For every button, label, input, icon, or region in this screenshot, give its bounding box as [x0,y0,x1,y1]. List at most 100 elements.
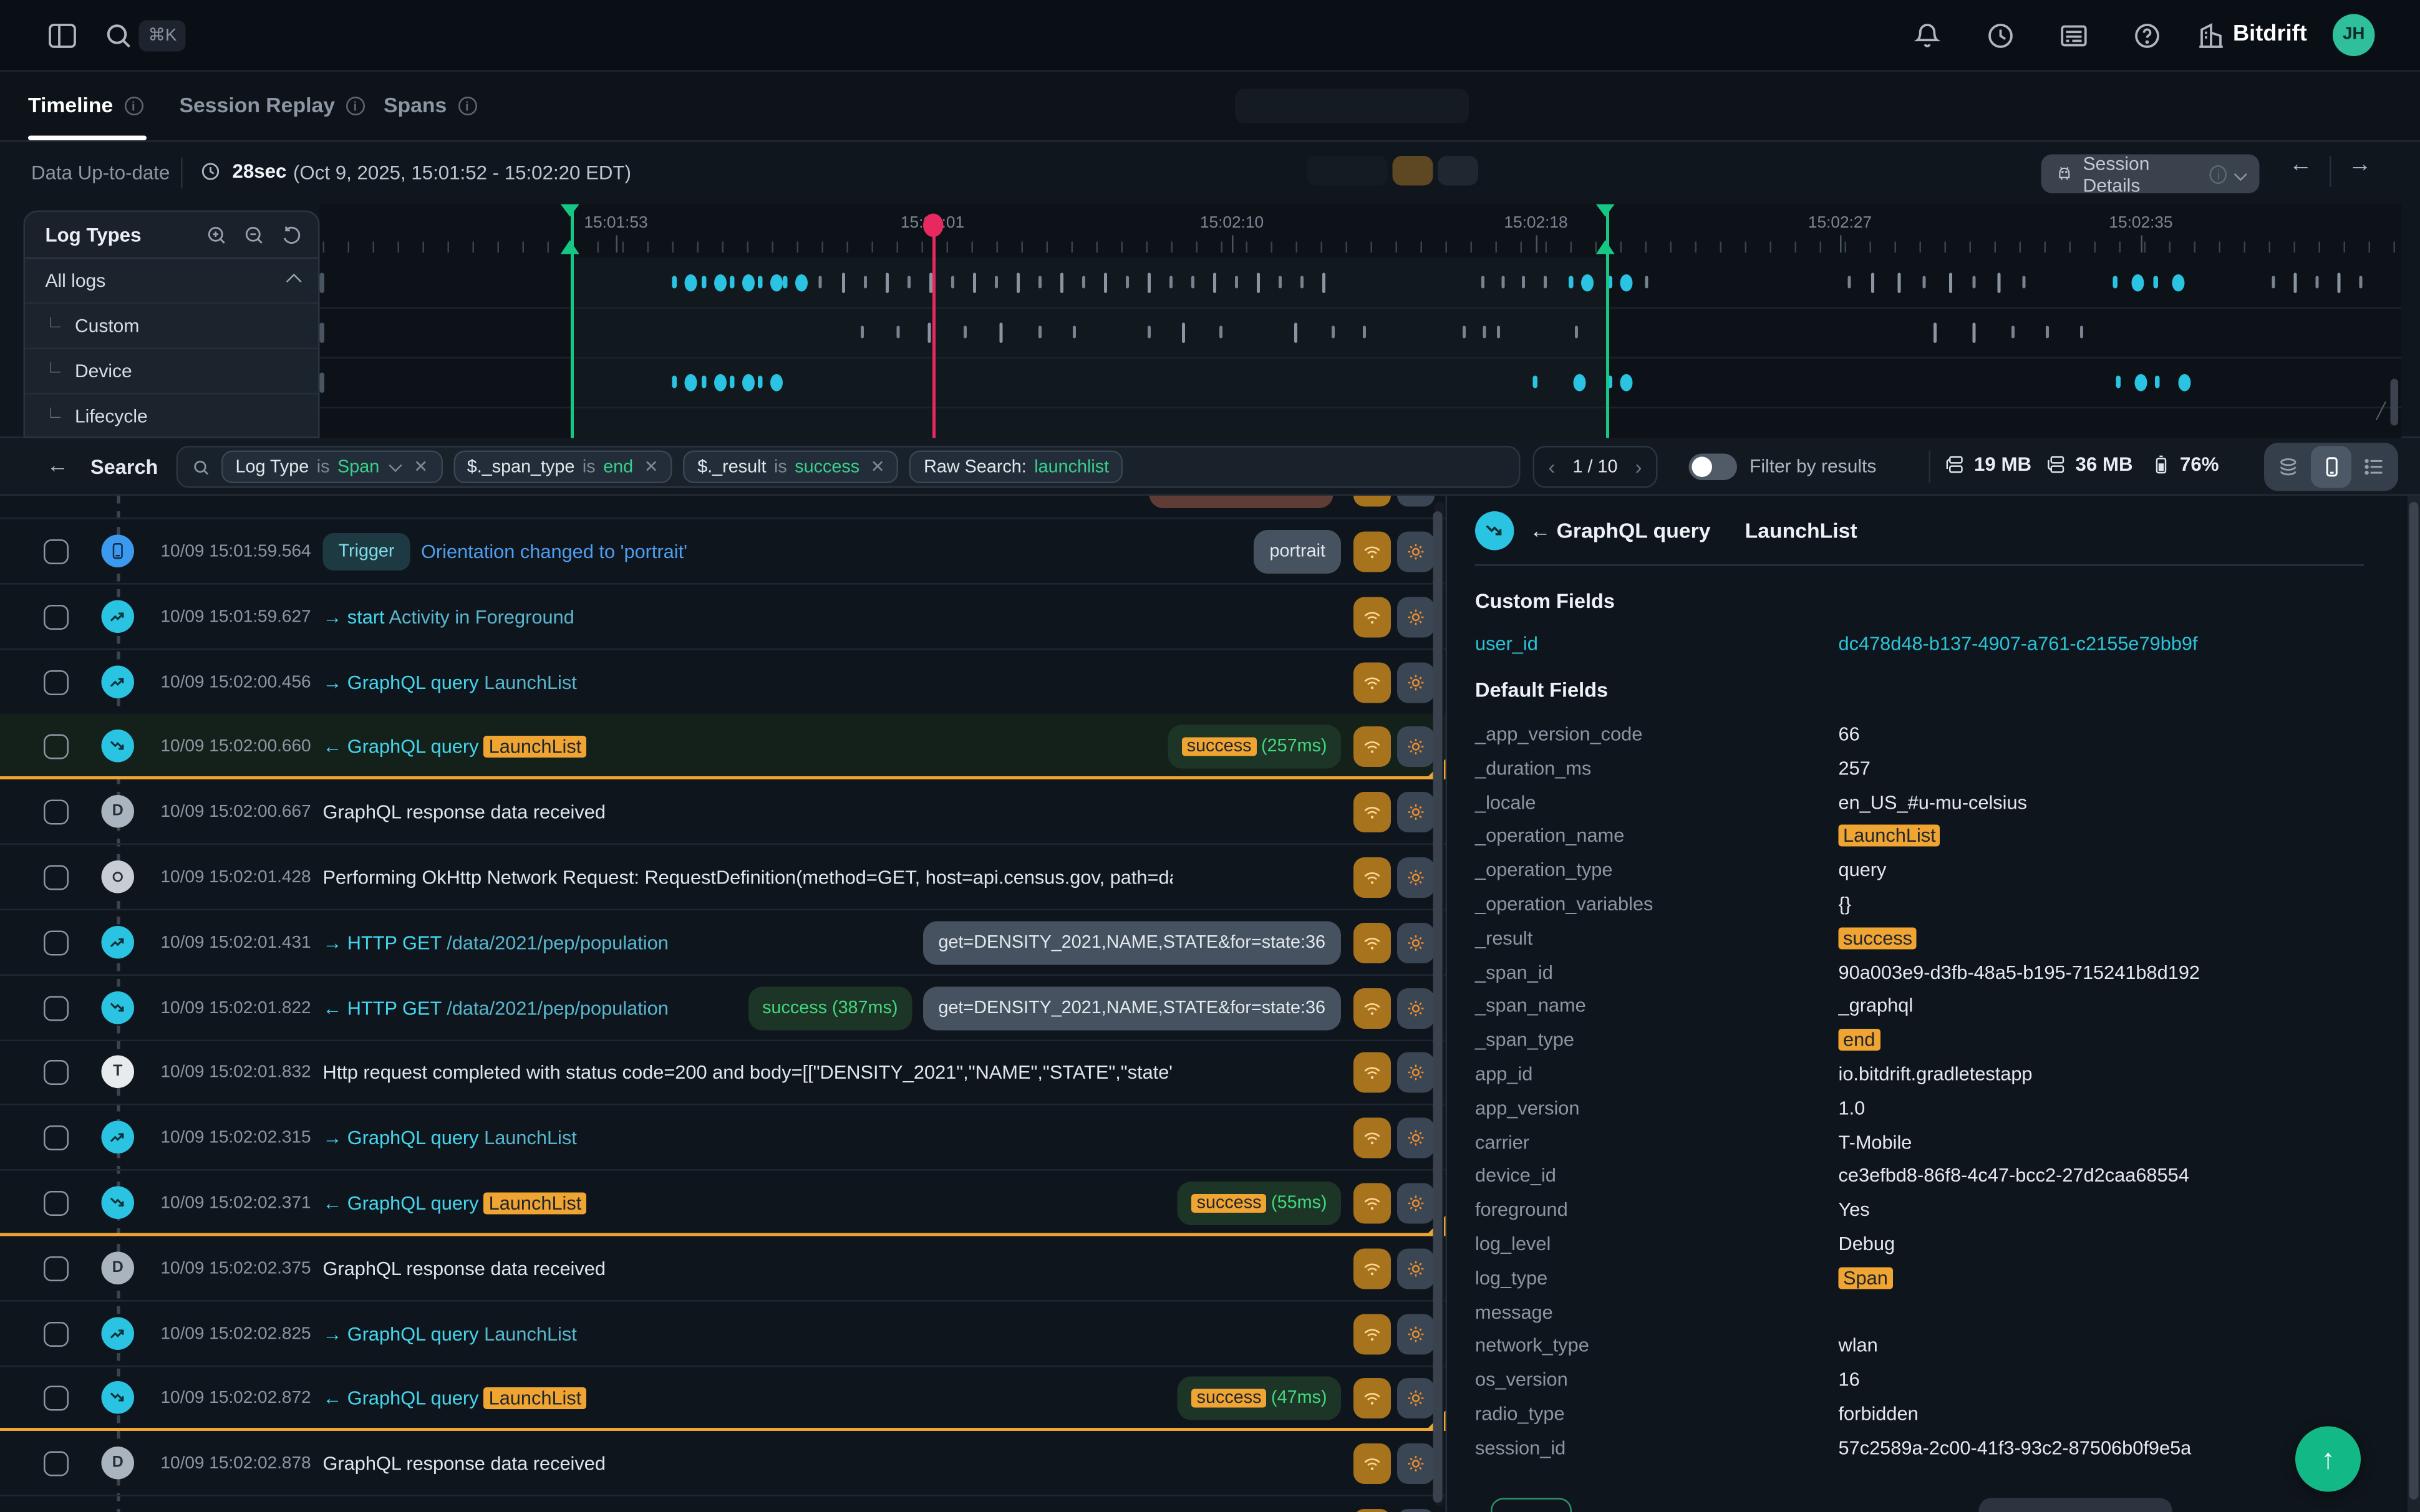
history-clock-icon[interactable] [1985,21,2016,52]
sidebar-collapse-icon[interactable] [47,21,78,52]
log-type-row-lifecycle[interactable]: ∟Lifecycle [25,395,318,438]
log-row[interactable]: 10/09 15:02:02.872← GraphQL query Launch… [0,1366,1446,1432]
log-row[interactable]: 10/09 15:02:00.660← GraphQL query Launch… [0,715,1446,780]
tab-timeline[interactable]: Timelinei [28,72,143,140]
reset-zoom-icon[interactable] [281,224,302,246]
capture-wifi-button[interactable] [1353,922,1391,963]
capture-wifi-button[interactable] [1353,662,1391,702]
next-session-button[interactable]: → [2348,152,2372,178]
log-row[interactable]: D10/09 15:02:02.878GraphQL response data… [0,1431,1446,1496]
view-device-button[interactable] [2310,446,2352,488]
brightness-button[interactable] [1397,1052,1435,1093]
log-row[interactable]: 10/09 15:02:00.456→ GraphQL query Launch… [0,649,1446,715]
log-type-row-all-logs[interactable]: All logs [25,259,318,304]
help-icon[interactable] [2132,21,2163,52]
log-row[interactable]: 10/09 15:01:59.564TriggerOrientation cha… [0,519,1446,585]
playhead-knob[interactable] [923,214,944,238]
partial-button[interactable] [1491,1498,1572,1512]
zoom-out-icon[interactable] [243,224,265,246]
session-details-button[interactable]: Session Details i [2041,155,2260,194]
capture-wifi-button[interactable] [1353,988,1391,1028]
capture-wifi-button[interactable] [1353,1443,1391,1484]
row-checkbox[interactable] [44,995,69,1020]
next-page-icon[interactable]: › [1635,455,1642,479]
row-checkbox[interactable] [44,1321,69,1346]
search-input[interactable]: Log TypeisSpan✕ $._span_typeisend✕ $._resu… [177,446,1521,488]
capture-wifi-button[interactable] [1353,1379,1391,1419]
remove-chip-icon[interactable]: ✕ [414,457,428,478]
timeline-start-marker-handle[interactable] [561,205,579,217]
capture-wifi-button[interactable] [1353,1052,1391,1093]
raw-search-chip[interactable]: Raw Search:launchlist [910,451,1123,484]
brightness-button[interactable] [1397,792,1435,832]
timeline-scrollbar-thumb[interactable] [2391,379,2399,426]
brightness-button[interactable] [1397,1248,1435,1289]
tab-session-replay[interactable]: Session Replayi [180,72,365,140]
filter-chip-logtype[interactable]: Log TypeisSpan✕ [221,451,442,484]
row-checkbox[interactable] [44,670,69,695]
row-checkbox[interactable] [44,930,69,955]
row-checkbox[interactable] [44,1191,69,1216]
log-row[interactable]: 10/09 15:02:01.431→ HTTP GET /data/2021/… [0,910,1446,975]
log-row[interactable]: 10/09 15:02:02.371← GraphQL query Launch… [0,1171,1446,1236]
brightness-button[interactable] [1397,1118,1435,1158]
timeline-start-marker-handle[interactable] [561,240,579,254]
row-checkbox[interactable] [44,1256,69,1281]
avatar[interactable]: JH [2333,14,2375,57]
log-row[interactable]: 10/09 15:02:01.822← HTTP GET /data/2021/… [0,975,1446,1041]
remove-chip-icon[interactable]: ✕ [871,457,885,478]
brightness-button[interactable] [1397,662,1435,702]
row-checkbox[interactable] [44,604,69,629]
capture-wifi-button[interactable] [1353,857,1391,898]
resize-handle-icon[interactable]: ╱ [2376,404,2386,421]
prev-page-icon[interactable]: ‹ [1549,455,1556,479]
org-building-icon[interactable] [2195,21,2227,52]
filter-chip-_span_type[interactable]: $._span_typeisend✕ [453,451,672,484]
tab-spans[interactable]: Spansi [384,72,477,140]
view-list-button[interactable] [2353,446,2395,488]
capture-wifi-button[interactable] [1353,1183,1391,1224]
log-row[interactable]: D10/09 15:02:00.667GraphQL response data… [0,779,1446,845]
brightness-button[interactable] [1397,922,1435,963]
capture-wifi-button[interactable] [1353,1313,1391,1354]
partial-button[interactable] [1979,1498,2172,1512]
prev-session-button[interactable]: ← [2289,152,2313,178]
brightness-button[interactable] [1397,1509,1435,1512]
back-arrow-button[interactable]: ← [47,452,69,477]
brightness-button[interactable] [1397,496,1435,507]
field-value[interactable]: dc478d48-b137-4907-a761-c2155e79bb9f [1839,633,2198,655]
brightness-button[interactable] [1397,1313,1435,1354]
keyboard-icon[interactable] [2058,21,2089,52]
zoom-in-icon[interactable] [206,224,228,246]
capture-wifi-button[interactable] [1353,1509,1391,1512]
capture-wifi-button[interactable] [1353,496,1391,507]
remove-chip-icon[interactable]: ✕ [644,457,659,478]
log-type-row-device[interactable]: ∟Device [25,349,318,395]
log-row[interactable]: 10/09 15:02:01.428Performing OkHttp Netw… [0,845,1446,910]
row-checkbox[interactable] [44,1061,69,1086]
row-checkbox[interactable] [44,1386,69,1411]
brightness-button[interactable] [1397,857,1435,898]
scrollbar[interactable] [1435,502,1444,1506]
log-row[interactable] [0,496,1446,519]
brightness-button[interactable] [1397,532,1435,572]
row-checkbox[interactable] [44,800,69,825]
capture-wifi-button[interactable] [1353,597,1391,637]
filter-by-results-toggle[interactable] [1689,454,1738,481]
notifications-bell-icon[interactable] [1912,21,1943,52]
capture-wifi-button[interactable] [1353,1248,1391,1289]
brightness-button[interactable] [1397,988,1435,1028]
log-row[interactable]: 10/09 15:01:59.627→ start Activity in Fo… [0,584,1446,650]
log-row[interactable]: T10/09 15:02:01.832Http request complete… [0,1040,1446,1105]
scroll-to-top-button[interactable]: ↑ [2295,1427,2361,1492]
capture-wifi-button[interactable] [1353,727,1391,768]
command-k-shortcut[interactable]: ⌘K [139,21,186,52]
brightness-button[interactable] [1397,597,1435,637]
row-checkbox[interactable] [44,1452,69,1476]
capture-wifi-button[interactable] [1353,1118,1391,1158]
brightness-button[interactable] [1397,1443,1435,1484]
log-row[interactable]: D10/09 15:02:02.375GraphQL response data… [0,1236,1446,1301]
row-checkbox[interactable] [44,865,69,890]
playhead-line[interactable] [932,220,935,438]
filter-chip-_result[interactable]: $._resultissuccess✕ [684,451,899,484]
